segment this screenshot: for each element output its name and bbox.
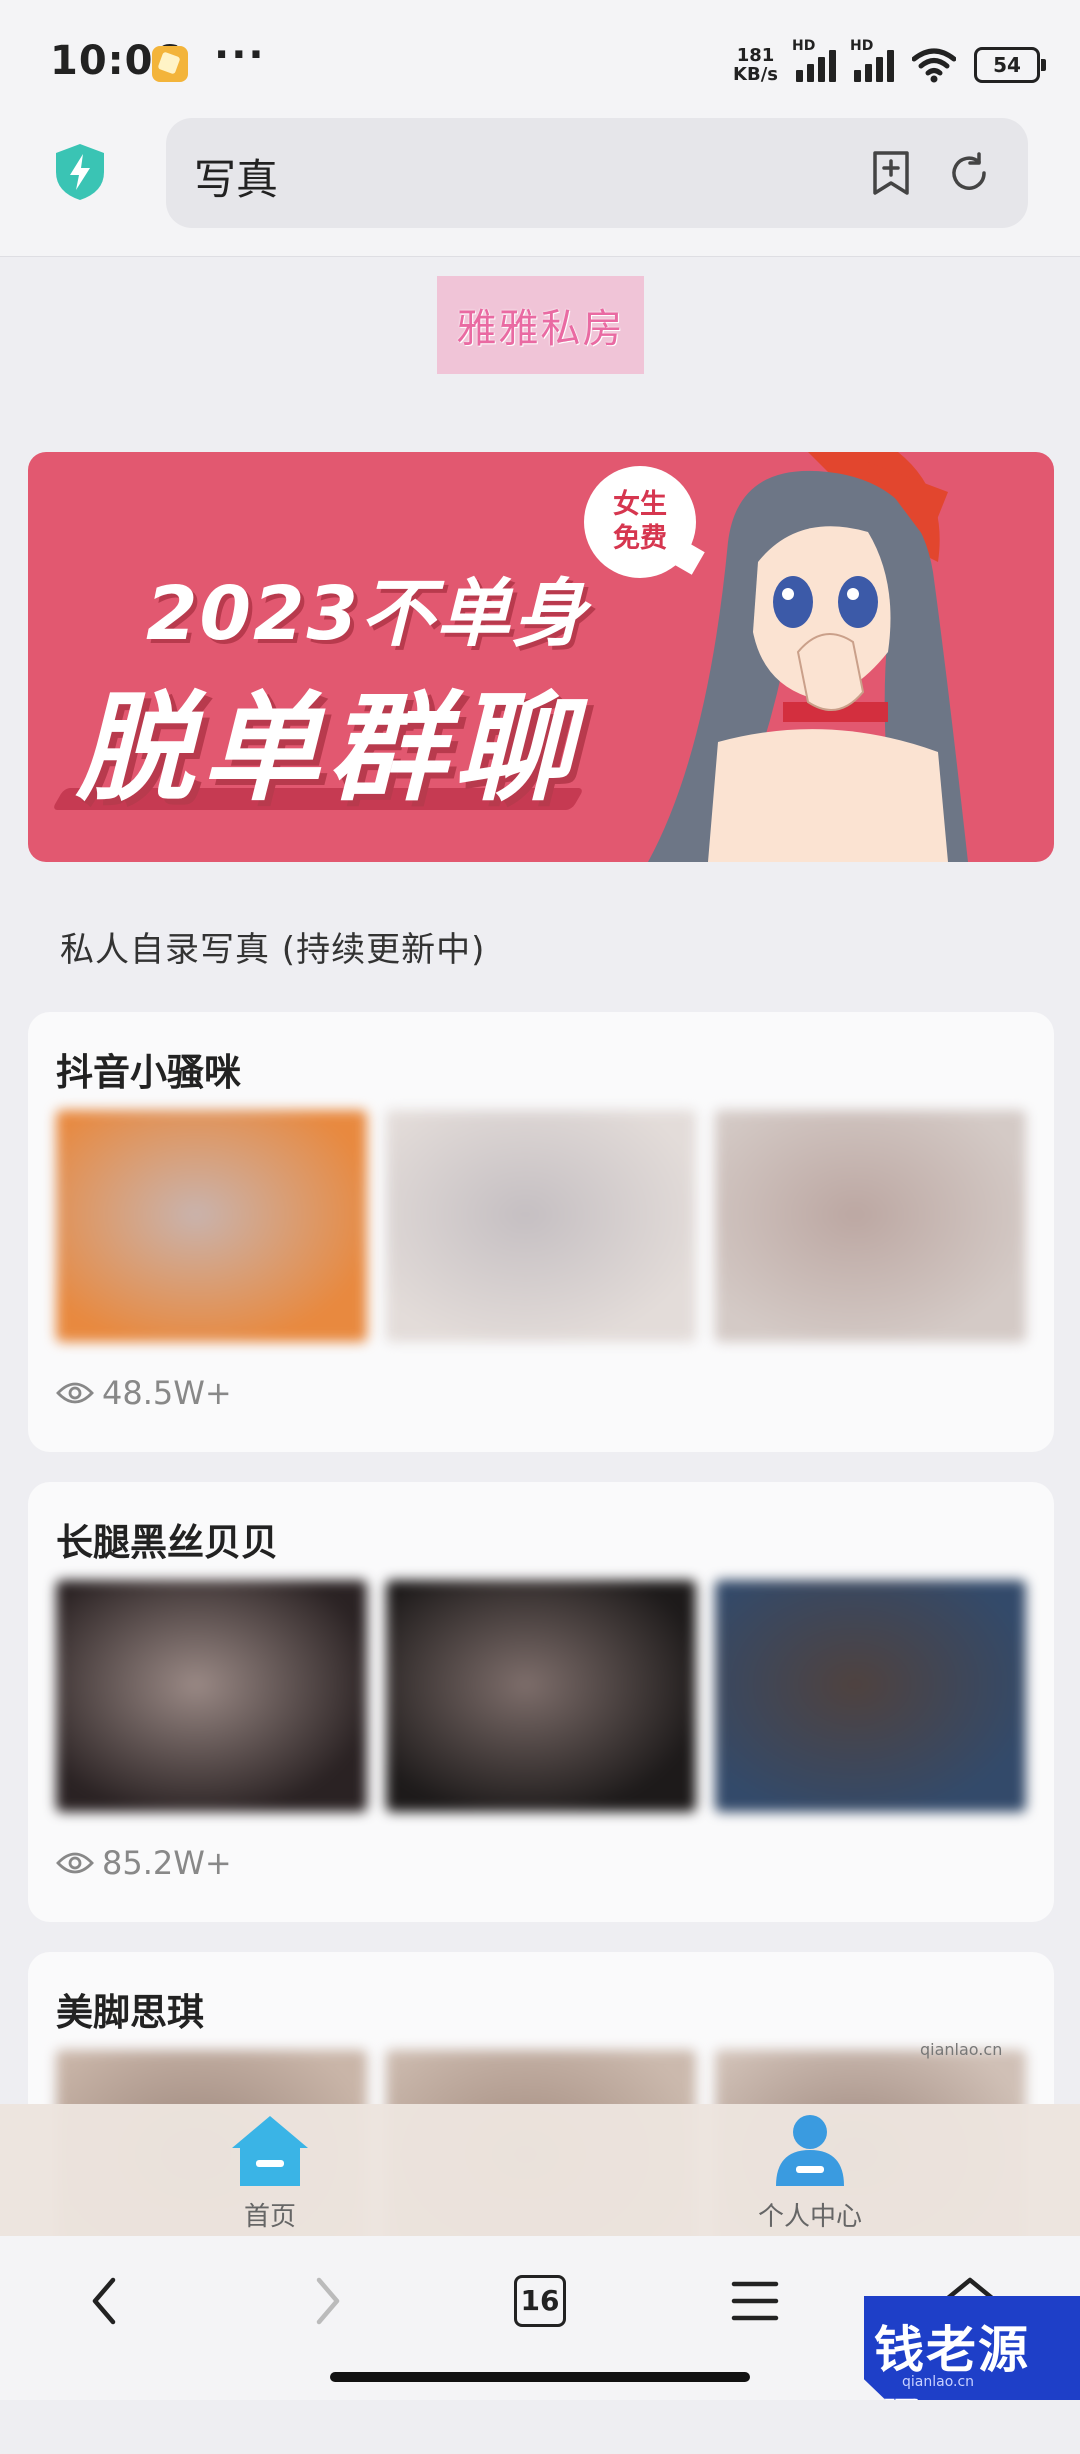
site-tab-bar: 首页 个人中心	[0, 2104, 1080, 2236]
tab-profile-label: 个人中心	[757, 2202, 862, 2232]
eye-icon	[56, 1382, 94, 1404]
album-title[interactable]: 抖音小骚咪	[56, 1042, 241, 1096]
album-card[interactable]: 长腿黑丝贝贝 85.2W+	[28, 1482, 1054, 1922]
more-notifications-icon: ···	[214, 32, 266, 78]
signal-2-icon: HD	[850, 38, 894, 82]
album-thumbnail[interactable]	[715, 1580, 1027, 1812]
tab-count: 16	[514, 2275, 566, 2327]
hd-label: HD	[850, 38, 874, 54]
status-indicators: 181 KB/s HD HD 54	[733, 38, 1046, 90]
status-bar: 10:06 ··· 181 KB/s HD HD 54	[0, 0, 1080, 118]
view-count-text: 85.2W+	[102, 1844, 232, 1882]
album-thumbnail[interactable]	[385, 1110, 697, 1342]
album-thumbnail[interactable]	[56, 1580, 367, 1812]
album-thumbnail[interactable]	[715, 1110, 1027, 1342]
album-thumbnails	[56, 1580, 1027, 1812]
back-button[interactable]	[70, 2266, 140, 2336]
site-logo[interactable]: 雅雅私房	[437, 276, 644, 374]
album-title[interactable]: 长腿黑丝贝贝	[56, 1512, 278, 1566]
shield-icon[interactable]	[52, 142, 108, 202]
tab-profile[interactable]: 个人中心	[710, 2112, 910, 2233]
eye-icon	[56, 1852, 94, 1874]
chevron-right-icon	[316, 2277, 340, 2325]
anime-girl-illustration	[648, 452, 968, 862]
bubble-line-2: 免费	[613, 523, 667, 554]
album-card[interactable]: 抖音小骚咪 48.5W+	[28, 1012, 1054, 1452]
network-speed-value: 181	[736, 45, 775, 66]
menu-button[interactable]	[720, 2266, 790, 2336]
banner-title: 脱单群聊	[76, 679, 581, 817]
tab-home-label: 首页	[243, 2202, 296, 2232]
network-speed: 181 KB/s	[733, 46, 778, 84]
view-count-text: 48.5W+	[102, 1374, 232, 1412]
promo-banner[interactable]: 2023不单身 脱单群聊 女生 免费	[28, 452, 1054, 862]
watermark-badge: 钱老源码 qianlao.cn	[864, 2296, 1080, 2400]
watermark-url-small: qianlao.cn	[920, 2040, 1003, 2059]
browser-toolbar: 写真	[0, 118, 1080, 257]
hd-label: HD	[792, 38, 816, 54]
section-title: 私人自录写真 (持续更新中)	[60, 930, 486, 970]
view-count: 85.2W+	[56, 1844, 232, 1882]
site-logo-text: 雅雅私房	[456, 306, 625, 352]
user-icon	[776, 2115, 844, 2186]
bookmark-add-icon[interactable]	[870, 150, 912, 196]
notes-app-icon	[152, 46, 188, 82]
battery-icon: 54	[974, 47, 1046, 83]
album-thumbnail[interactable]	[385, 1580, 697, 1812]
reload-icon[interactable]	[946, 150, 992, 196]
bubble-line-1: 女生	[613, 489, 667, 520]
album-thumbnails	[56, 1110, 1027, 1342]
signal-1-icon: HD	[792, 38, 836, 82]
home-icon	[232, 2116, 308, 2186]
album-title[interactable]: 美脚思琪	[56, 1982, 204, 2036]
tab-home[interactable]: 首页	[170, 2112, 370, 2233]
address-bar[interactable]: 写真	[166, 118, 1028, 228]
banner-headline: 2023不单身	[146, 571, 588, 657]
hamburger-menu-icon	[731, 2281, 779, 2321]
album-thumbnail[interactable]	[56, 1110, 367, 1342]
watermark-url: qianlao.cn	[902, 2374, 975, 2390]
wifi-icon	[912, 48, 956, 83]
tabs-button[interactable]: 16	[505, 2266, 575, 2336]
view-count: 48.5W+	[56, 1374, 232, 1412]
address-text[interactable]: 写真	[194, 146, 278, 207]
network-speed-unit: KB/s	[733, 64, 778, 85]
home-indicator	[330, 2372, 750, 2382]
chevron-left-icon	[92, 2277, 116, 2325]
forward-button[interactable]	[292, 2266, 362, 2336]
